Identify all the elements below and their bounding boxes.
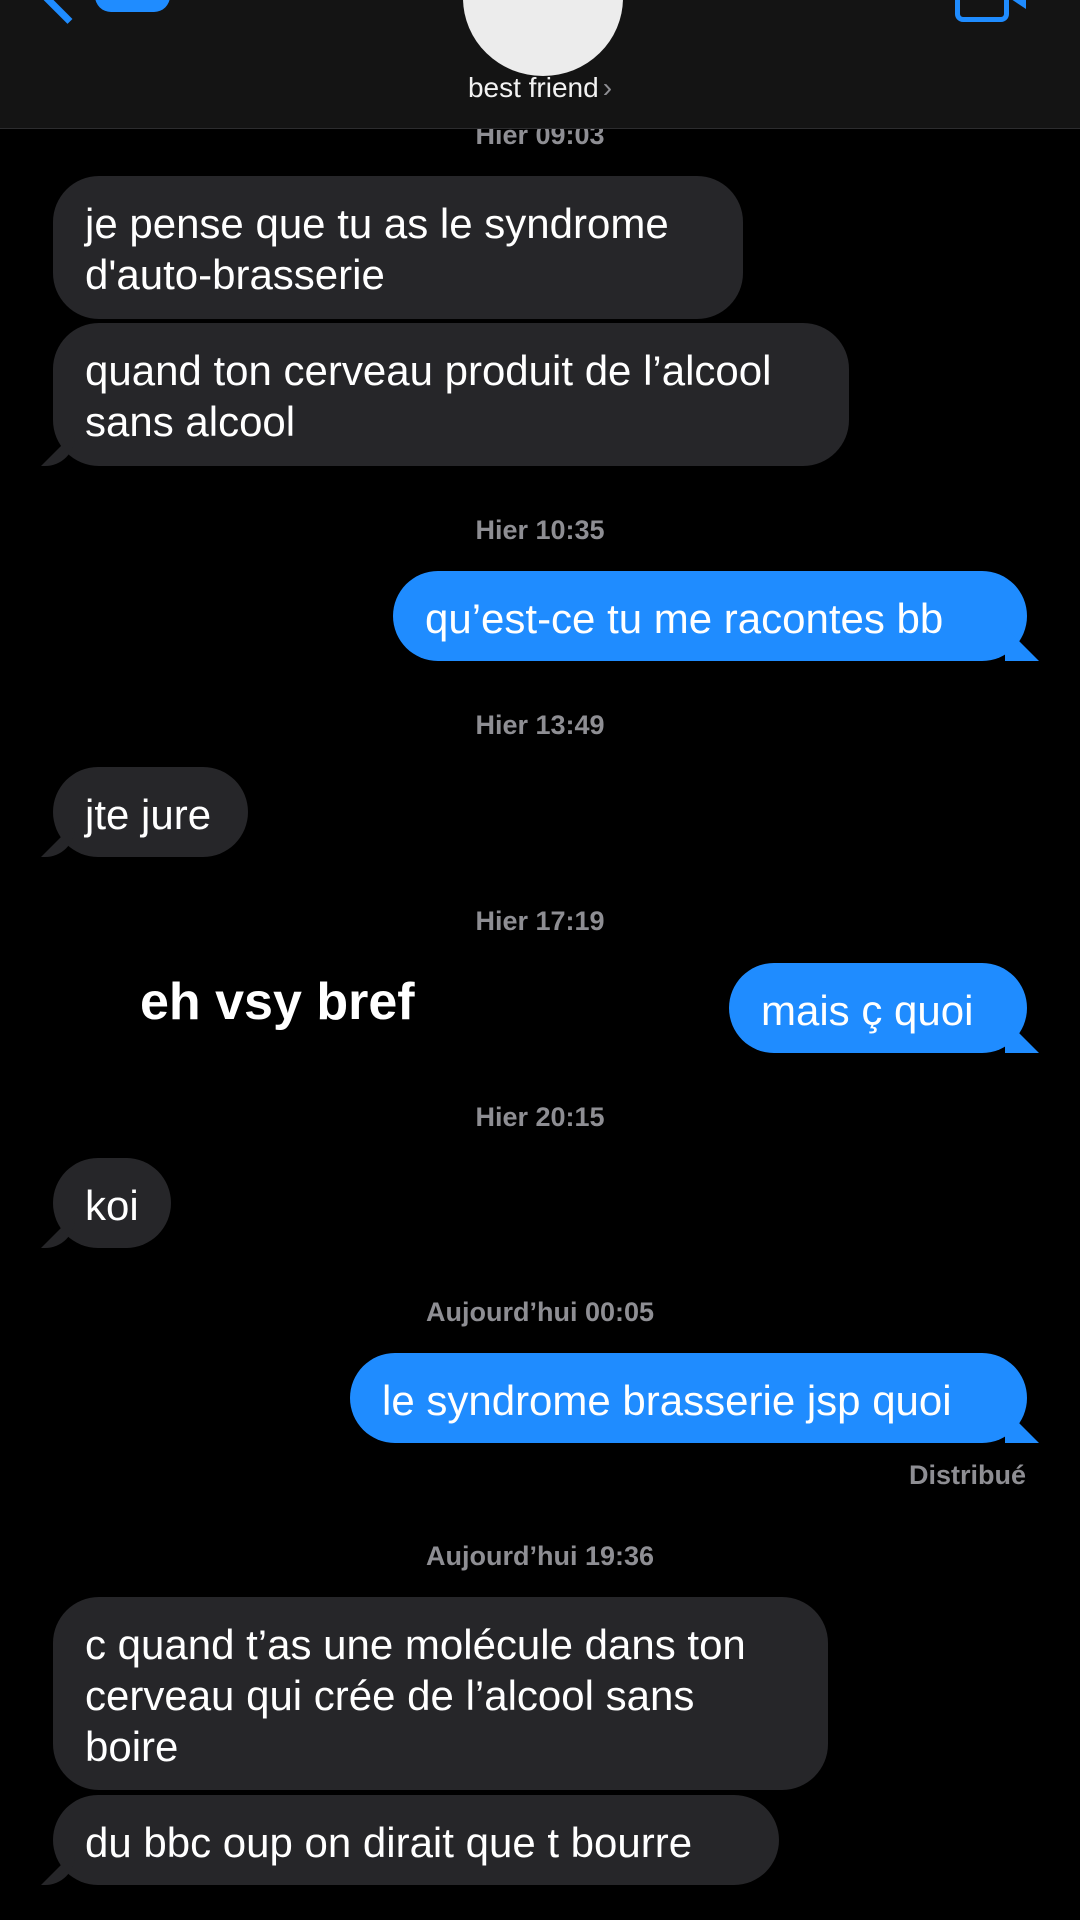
contact-name-label[interactable]: best friend	[468, 72, 599, 103]
message-bubble-sent[interactable]: mais ç quoi	[729, 963, 1027, 1053]
video-call-icon[interactable]	[955, 0, 1026, 22]
message-bubble-received[interactable]: quand ton cerveau produit de l’alcool sa…	[53, 323, 849, 466]
delivery-status: Distribué	[908, 1460, 1026, 1490]
timestamp: Aujourd’hui 00:05	[425, 1297, 655, 1327]
message-bubble-received[interactable]: c quand t’as une molécule dans ton cerve…	[53, 1597, 828, 1790]
message-bubble-received[interactable]: je pense que tu as le syndrome d'auto-br…	[53, 176, 743, 319]
overlay-caption: eh vsy bref	[140, 973, 415, 1031]
message-bubble-received[interactable]: koi	[53, 1158, 171, 1248]
message-bubble-sent[interactable]: qu’est-ce tu me racontes bb	[393, 571, 1027, 661]
timestamp: Hier 13:49	[475, 710, 605, 740]
timestamp: Hier 17:19	[475, 906, 605, 936]
back-chevron-icon[interactable]	[37, 0, 98, 24]
unread-count-badge[interactable]	[95, 0, 170, 12]
message-bubble-received[interactable]: du bbc oup on dirait que t bourre	[53, 1795, 779, 1885]
message-bubble-sent[interactable]: le syndrome brasserie jsp quoi	[350, 1353, 1027, 1443]
chevron-right-icon: ›	[602, 72, 613, 103]
contact-name[interactable]: best friend ›	[0, 72, 1080, 104]
timestamp: Hier 20:15	[475, 1102, 605, 1132]
message-bubble-received[interactable]: jte jure	[53, 767, 248, 857]
timestamp: Hier 10:35	[475, 515, 605, 545]
contact-avatar[interactable]	[463, 0, 623, 76]
conversation-header: best friend ›	[0, 0, 1080, 129]
timestamp: Aujourd’hui 19:36	[425, 1541, 655, 1571]
